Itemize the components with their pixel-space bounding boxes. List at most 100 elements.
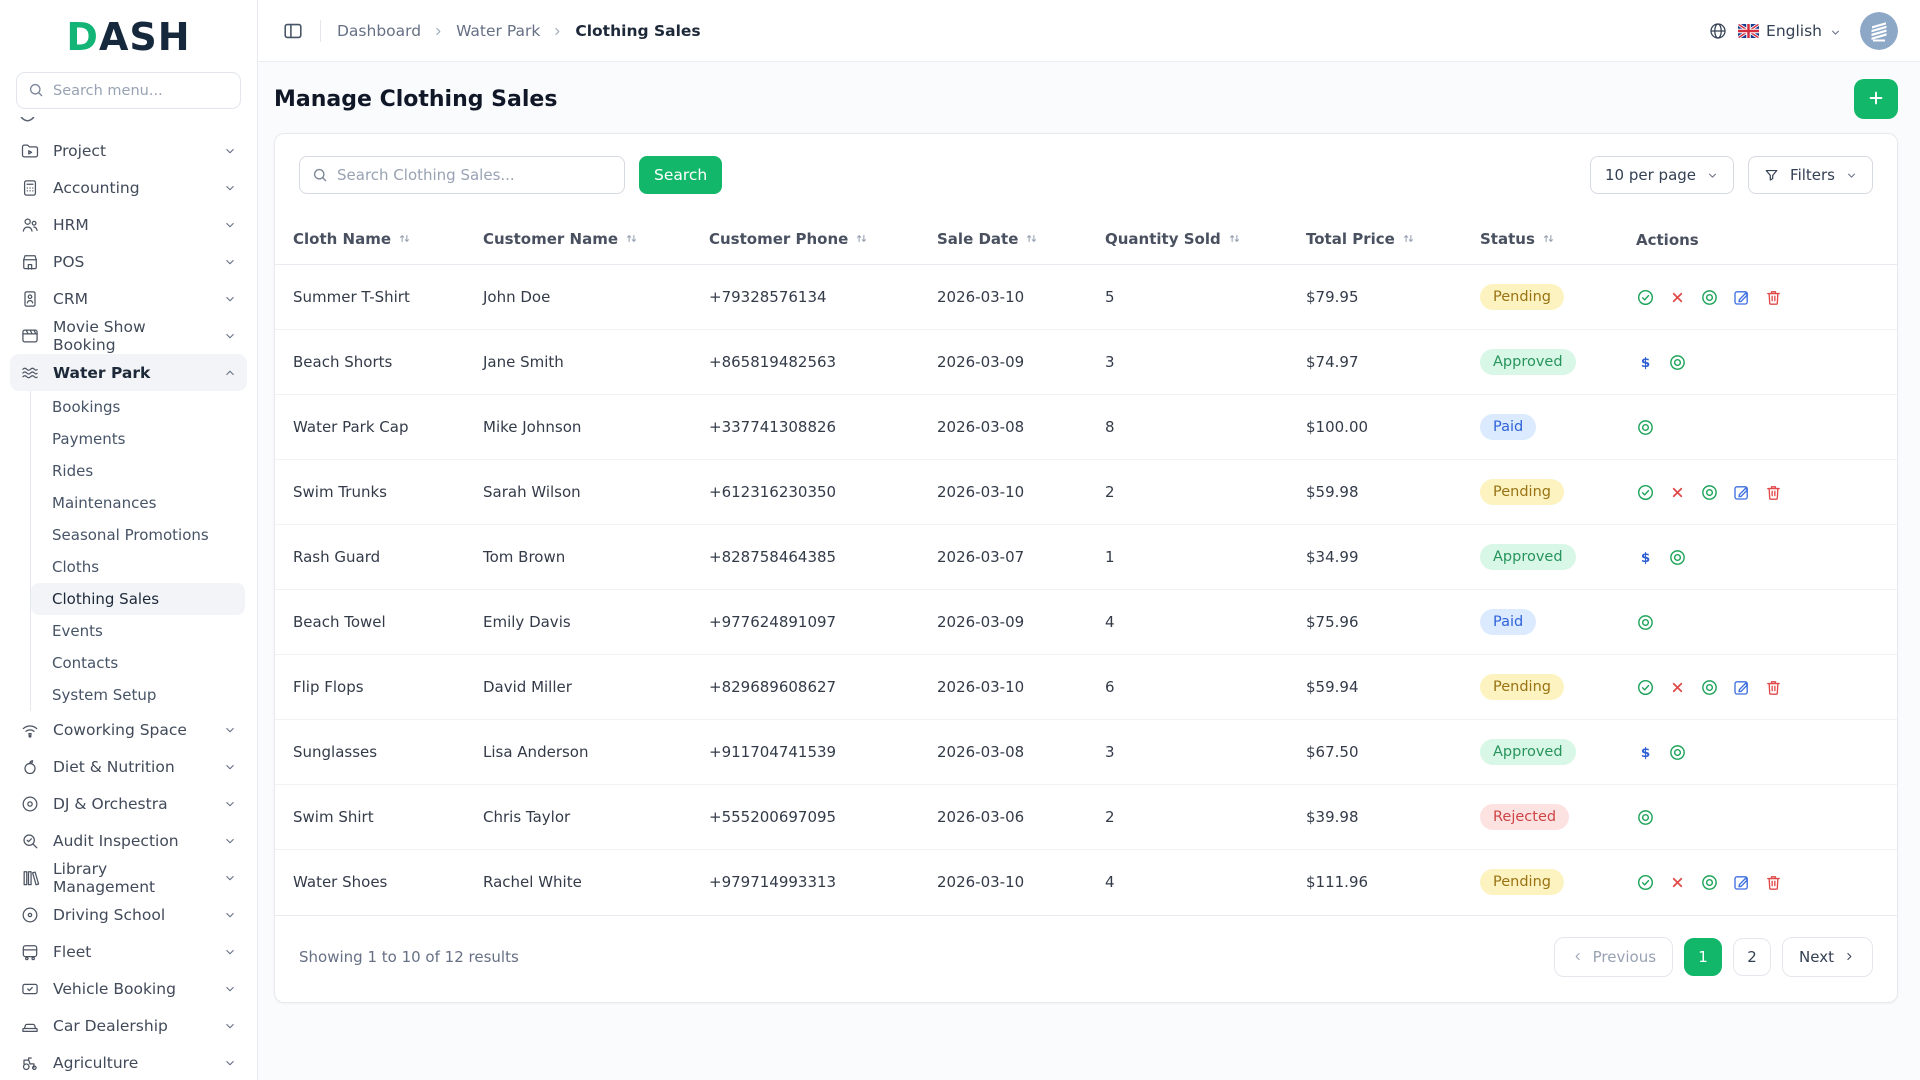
column-label: Status — [1480, 230, 1535, 248]
column-label: Cloth Name — [293, 230, 392, 248]
approve-action-button[interactable] — [1636, 678, 1655, 697]
sidebar-item-driving-school[interactable]: Driving School — [10, 896, 247, 933]
cell-sale-date: 2026-03-10 — [919, 264, 1087, 330]
sidebar-item-agriculture[interactable]: Agriculture — [10, 1044, 247, 1080]
cell-quantity-sold: 8 — [1087, 394, 1288, 460]
pay-action-button[interactable]: $ — [1636, 353, 1655, 372]
column-header-cloth-name[interactable]: Cloth Name — [275, 216, 465, 265]
column-header-customer-name[interactable]: Customer Name — [465, 216, 691, 265]
view-action-button[interactable] — [1636, 418, 1655, 437]
reject-action-button[interactable] — [1668, 483, 1687, 502]
view-action-button[interactable] — [1700, 873, 1719, 892]
sidebar-subitem-payments[interactable]: Payments — [31, 423, 245, 455]
cell-actions — [1618, 394, 1897, 460]
chevron-down-icon — [223, 255, 237, 269]
view-action-button[interactable] — [1636, 808, 1655, 827]
language-selector[interactable]: English — [1738, 22, 1842, 40]
approve-action-button[interactable] — [1636, 483, 1655, 502]
sidebar-item-audit-inspection[interactable]: Audit Inspection — [10, 822, 247, 859]
sidebar-subitem-rides[interactable]: Rides — [31, 455, 245, 487]
view-action-button[interactable] — [1668, 548, 1687, 567]
view-action-button[interactable] — [1700, 483, 1719, 502]
sidebar-subitem-bookings[interactable]: Bookings — [31, 391, 245, 423]
sidebar-item-project[interactable]: Project — [10, 132, 247, 169]
brand-logo-ash: ASH — [98, 15, 191, 59]
sidebar-search-input[interactable] — [16, 72, 241, 109]
cell-actions — [1618, 589, 1897, 655]
edit-action-button[interactable] — [1732, 678, 1751, 697]
sidebar-subitem-cloths[interactable]: Cloths — [31, 551, 245, 583]
view-action-button[interactable] — [1636, 613, 1655, 632]
table-row: Rash Guard Tom Brown +828758464385 2026-03-… — [275, 524, 1897, 590]
pay-action-button[interactable]: $ — [1636, 743, 1655, 762]
cell-quantity-sold: 3 — [1087, 719, 1288, 785]
filters-button[interactable]: Filters — [1748, 156, 1873, 194]
column-header-quantity-sold[interactable]: Quantity Sold — [1087, 216, 1288, 265]
page-button-1[interactable]: 1 — [1684, 937, 1723, 976]
cell-sale-date: 2026-03-09 — [919, 589, 1087, 655]
view-action-button[interactable] — [1700, 678, 1719, 697]
sidebar-subitem-seasonal-promotions[interactable]: Seasonal Promotions — [31, 519, 245, 551]
sidebar-item-coworking-space[interactable]: Coworking Space — [10, 711, 247, 748]
column-header-total-price[interactable]: Total Price — [1288, 216, 1462, 265]
sidebar-item-pos[interactable]: POS — [10, 243, 247, 280]
column-header-customer-phone[interactable]: Customer Phone — [691, 216, 919, 265]
edit-action-button[interactable] — [1732, 483, 1751, 502]
sidebar-item-movie-show-booking[interactable]: Movie Show Booking — [10, 317, 247, 354]
view-action-button[interactable] — [1668, 353, 1687, 372]
reject-action-button[interactable] — [1668, 678, 1687, 697]
chevron-down-icon — [223, 945, 237, 959]
view-action-button[interactable] — [1668, 743, 1687, 762]
breadcrumb-water-park[interactable]: Water Park — [456, 22, 540, 40]
avatar[interactable] — [1860, 11, 1898, 50]
column-header-sale-date[interactable]: Sale Date — [919, 216, 1087, 265]
globe-icon[interactable] — [1708, 21, 1728, 41]
sidebar-item-accounting[interactable]: Accounting — [10, 169, 247, 206]
clothing-sales-table: Cloth Name Customer Name Customer Phone Sal… — [275, 216, 1897, 915]
edit-action-button[interactable] — [1732, 873, 1751, 892]
edit-action-button[interactable] — [1732, 288, 1751, 307]
cell-actions: $ — [1618, 719, 1897, 785]
sidebar-submenu-water-park: Bookings Payments Rides Maintenances Seasona… — [30, 391, 247, 711]
next-page-button[interactable]: Next — [1782, 936, 1873, 977]
chevron-down-icon — [223, 329, 237, 343]
sidebar-item-fleet[interactable]: Fleet — [10, 933, 247, 970]
sidebar-toggle-icon[interactable] — [282, 20, 304, 42]
sidebar-item-library-management[interactable]: Library Management — [10, 859, 247, 896]
approve-action-button[interactable] — [1636, 288, 1655, 307]
sidebar-subitem-contacts[interactable]: Contacts — [31, 647, 245, 679]
sidebar-subitem-clothing-sales[interactable]: Clothing Sales — [31, 583, 245, 615]
sidebar-item-label: Movie Show Booking — [53, 317, 146, 354]
sidebar-item-hrm[interactable]: HRM — [10, 206, 247, 243]
previous-page-button[interactable]: Previous — [1553, 936, 1674, 977]
page-button-2[interactable]: 2 — [1733, 937, 1772, 976]
reject-action-button[interactable] — [1668, 288, 1687, 307]
delete-action-button[interactable] — [1764, 678, 1783, 697]
sidebar-item-water-park[interactable]: Water Park — [10, 354, 247, 391]
delete-action-button[interactable] — [1764, 873, 1783, 892]
sidebar-item-crm[interactable]: CRM — [10, 280, 247, 317]
breadcrumb-dashboard[interactable]: Dashboard — [337, 22, 421, 40]
delete-action-button[interactable] — [1764, 288, 1783, 307]
column-label: Customer Phone — [709, 230, 849, 248]
sidebar-item-label: Car Dealership — [53, 1016, 168, 1035]
uk-flag-icon — [1738, 23, 1760, 38]
column-header-status[interactable]: Status — [1462, 216, 1618, 265]
sidebar-item-diet-nutrition[interactable]: Diet & Nutrition — [10, 748, 247, 785]
sidebar-subitem-system-setup[interactable]: System Setup — [31, 679, 245, 711]
search-button[interactable]: Search — [639, 156, 723, 194]
add-record-button[interactable] — [1854, 79, 1898, 119]
table-search-input[interactable] — [299, 156, 625, 194]
sidebar-item-vehicle-booking[interactable]: Vehicle Booking — [10, 970, 247, 1007]
reject-action-button[interactable] — [1668, 873, 1687, 892]
delete-action-button[interactable] — [1764, 483, 1783, 502]
sidebar-item-car-dealership[interactable]: Car Dealership — [10, 1007, 247, 1044]
pay-action-button[interactable]: $ — [1636, 548, 1655, 567]
sidebar-item-dj-orchestra[interactable]: DJ & Orchestra — [10, 785, 247, 822]
sidebar-subitem-events[interactable]: Events — [31, 615, 245, 647]
view-action-button[interactable] — [1700, 288, 1719, 307]
per-page-select[interactable]: 10 per page — [1590, 156, 1735, 194]
sidebar-subitem-maintenances[interactable]: Maintenances — [31, 487, 245, 519]
approve-action-button[interactable] — [1636, 873, 1655, 892]
cell-quantity-sold: 4 — [1105, 873, 1115, 892]
